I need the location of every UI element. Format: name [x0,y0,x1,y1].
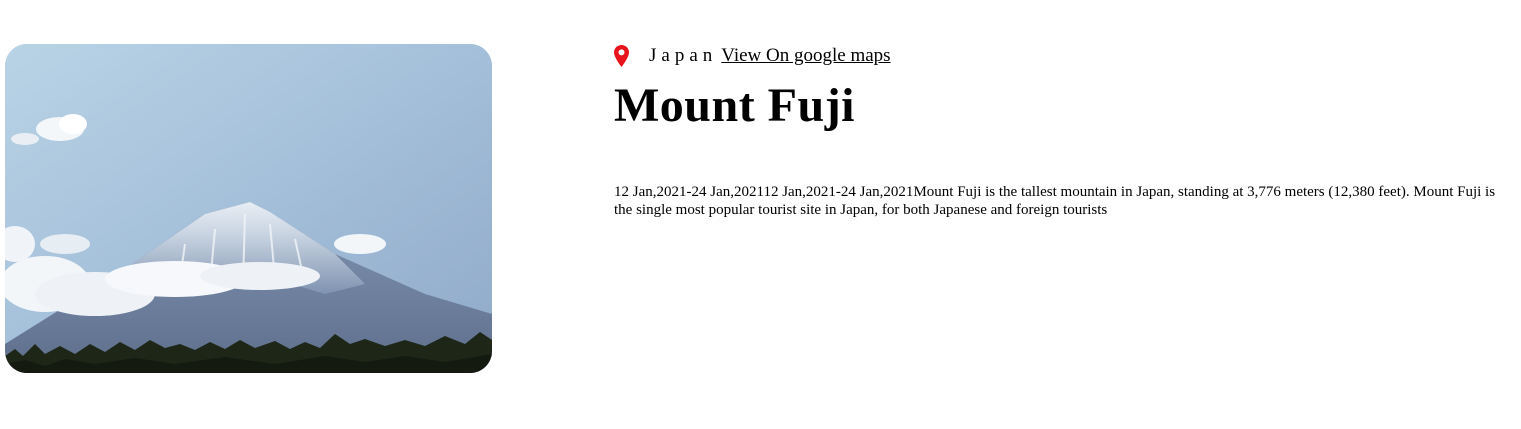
map-pin-icon [614,45,629,67]
date-range: 12 Jan,2021-24 Jan,2021 [763,184,914,200]
location-row: Japan View On google maps [614,44,1514,68]
google-maps-link[interactable]: View On google maps [721,45,890,67]
destination-photo [5,44,492,373]
country-label: Japan [649,45,718,66]
destination-entry: Japan View On google maps Mount Fuji 12 … [0,0,1521,429]
destination-title: Mount Fuji [614,79,856,132]
destination-description: 12 Jan,2021-24 Jan,202112 Jan,2021-24 Ja… [614,183,1514,219]
destination-info: Japan View On google maps Mount Fuji 12 … [614,44,1514,219]
mountain-image [5,44,492,373]
date-range: 12 Jan,2021-24 Jan,2021 [614,184,764,200]
